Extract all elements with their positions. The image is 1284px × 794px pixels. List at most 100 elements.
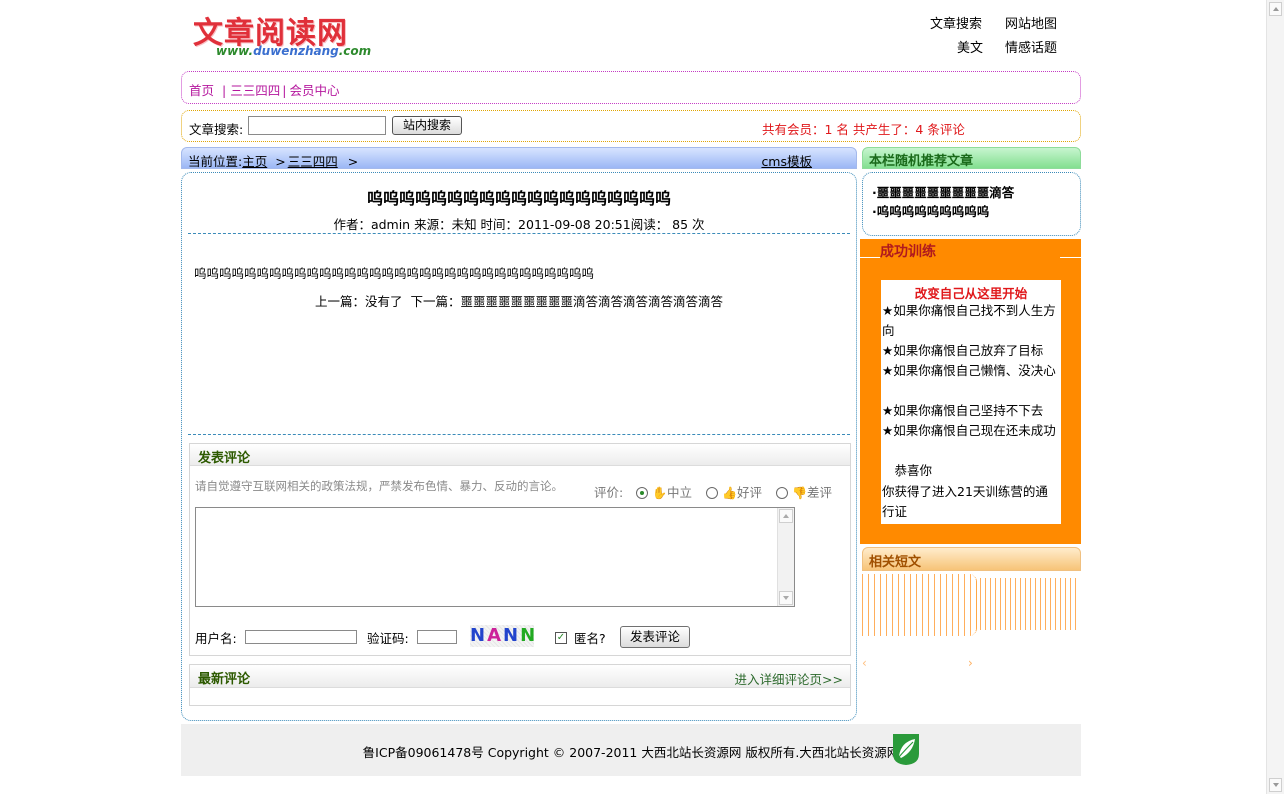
search-bar: 文章搜索: 站内搜索 共有会员：1 名 共产生了：4 条评论 xyxy=(181,110,1081,142)
training-heading: 改变自己从这里开始 xyxy=(914,286,1028,301)
rating-neutral-label: 中立 xyxy=(666,485,692,500)
rating-neutral[interactable]: ✋中立 xyxy=(636,482,692,501)
random-articles-title: 本栏随机推荐文章 xyxy=(869,154,974,169)
nav-sansansisi[interactable]: 三三四四 xyxy=(230,83,280,98)
breadcrumb-arrow: > xyxy=(347,154,359,169)
random-articles-header: 本栏随机推荐文章 xyxy=(862,147,1081,169)
captcha-char: A xyxy=(487,625,504,646)
top-link-article-search[interactable]: 文章搜索 xyxy=(930,13,982,32)
comment-form: 发表评论 请自觉遵守互联网相关的政策法规，严禁发布色情、暴力、反动的言论。 评价… xyxy=(189,443,851,656)
logo-url-prefix: www. xyxy=(216,44,254,58)
rating-label: 评价: xyxy=(594,485,624,500)
rating-good-label: 好评 xyxy=(736,485,762,500)
latest-comments: 最新评论 进入详细评论页>> xyxy=(189,664,851,706)
page-scrollbar[interactable] xyxy=(1266,0,1284,794)
captcha-char: N xyxy=(520,625,538,646)
thumbs-up-icon: 👍 xyxy=(721,486,737,500)
leaf-logo-icon xyxy=(893,734,919,765)
radio-icon[interactable] xyxy=(706,487,718,499)
article-prev-next: 上一篇：没有了 下一篇：噩噩噩噩噩噩噩噩噩滴答滴答滴答滴答滴答滴答 xyxy=(182,291,856,310)
chevron-right-icon: › xyxy=(968,656,973,670)
nav-home[interactable]: 首页 xyxy=(189,83,214,98)
captcha-label: 验证码: xyxy=(367,631,409,646)
list-item[interactable]: ·噩噩噩噩噩噩噩噩噩滴答 xyxy=(872,182,1014,201)
site-logo-url: www.duwenzhang.com xyxy=(216,44,371,58)
captcha-image[interactable]: NANN xyxy=(470,625,538,647)
related-articles-header: 相关短文 xyxy=(862,547,1081,571)
related-decor-left xyxy=(862,574,977,636)
training-title: 成功训练 xyxy=(880,244,936,260)
divider xyxy=(188,434,850,435)
captcha-char: N xyxy=(503,625,521,646)
divider xyxy=(1060,257,1081,258)
breadcrumb-home[interactable]: 主页 xyxy=(242,154,267,169)
chevron-left-icon: ‹ xyxy=(862,656,867,670)
nav-separator: | xyxy=(282,83,287,98)
scroll-down-icon[interactable] xyxy=(1269,778,1282,792)
training-line: ★如果你痛恨自己放弃了目标 xyxy=(882,343,1044,358)
latest-comments-header: 最新评论 进入详细评论页>> xyxy=(190,665,850,688)
submit-comment-button[interactable]: 发表评论 xyxy=(620,626,690,648)
search-input[interactable] xyxy=(248,116,386,135)
username-input[interactable] xyxy=(245,630,357,644)
site-stats: 共有会员：1 名 共产生了：4 条评论 xyxy=(762,122,965,137)
radio-selected-icon[interactable] xyxy=(636,487,648,499)
training-line: 你获得了进入21天训练营的通行证 xyxy=(882,484,1048,519)
scroll-up-icon[interactable] xyxy=(779,509,793,523)
breadcrumb-category[interactable]: 三三四四 xyxy=(288,154,338,169)
cms-template-link[interactable]: cms模板 xyxy=(761,151,812,170)
rating-bad-label: 差评 xyxy=(806,485,832,500)
textarea-scrollbar[interactable] xyxy=(777,508,794,606)
site-search-button[interactable]: 站内搜索 xyxy=(392,116,462,135)
hand-neutral-icon: ✋ xyxy=(651,486,667,500)
username-label: 用户名: xyxy=(195,631,237,646)
main-nav: 首页 | 三三四四 | 会员中心 xyxy=(181,71,1081,104)
training-line: ★如果你痛恨自己懒惰、没决心 xyxy=(882,363,1056,378)
random-articles-list: ·噩噩噩噩噩噩噩噩噩滴答 ·呜呜呜呜呜呜呜呜呜 xyxy=(862,172,1081,236)
comment-textarea[interactable] xyxy=(195,507,795,607)
divider xyxy=(188,233,850,234)
training-line: 恭喜你 xyxy=(882,463,933,478)
comment-notice: 请自觉遵守互联网相关的政策法规，严禁发布色情、暴力、反动的言论。 xyxy=(195,479,563,493)
training-ad[interactable]: 成功训练 改变自己从这里开始 ★如果你痛恨自己找不到人生方向 ★如果你痛恨自己放… xyxy=(860,239,1081,544)
article-meta: 作者：admin 来源：未知 时间：2011-09-08 20:51阅读： 85… xyxy=(333,217,705,232)
rating-bad[interactable]: 👎差评 xyxy=(776,482,832,501)
search-label: 文章搜索: xyxy=(189,122,244,137)
anonymous-checkbox[interactable]: ✓ xyxy=(555,632,567,644)
related-decor-right xyxy=(980,578,1080,630)
breadcrumb-arrow: > xyxy=(275,154,286,169)
latest-comments-title: 最新评论 xyxy=(198,672,251,687)
scroll-up-icon[interactable] xyxy=(1269,2,1282,16)
article-title: 呜呜呜呜呜呜呜呜呜呜呜呜呜呜呜呜呜呜呜 xyxy=(366,189,671,208)
next-article-link[interactable]: 下一篇：噩噩噩噩噩噩噩噩噩滴答滴答滴答滴答滴答滴答 xyxy=(410,294,723,309)
breadcrumb-prefix: 当前位置: xyxy=(188,154,243,169)
logo-url-domain: duwenzhang xyxy=(253,44,339,58)
anonymous-label: 匿名? xyxy=(574,631,606,646)
thumbs-down-icon: 👎 xyxy=(791,486,807,500)
training-content: 改变自己从这里开始 ★如果你痛恨自己找不到人生方向 ★如果你痛恨自己放弃了目标 … xyxy=(881,280,1061,524)
logo-url-suffix: .com xyxy=(338,44,372,58)
prev-article-link[interactable]: 上一篇：没有了 xyxy=(315,294,403,309)
footer-text: 鲁ICP备09061478号 Copyright © 2007-2011 大西北… xyxy=(362,745,900,760)
comments-detail-link[interactable]: 进入详细评论页>> xyxy=(735,669,843,688)
comment-form-title: 发表评论 xyxy=(198,451,251,466)
breadcrumb: 当前位置:主页 > 三三四四 > cms模板 xyxy=(181,147,857,169)
nav-separator: | xyxy=(222,83,227,98)
top-link-emotion-topics[interactable]: 情感话题 xyxy=(1005,37,1057,56)
article-panel: 呜呜呜呜呜呜呜呜呜呜呜呜呜呜呜呜呜呜呜 作者：admin 来源：未知 时间：20… xyxy=(181,172,857,721)
rating-good[interactable]: 👍好评 xyxy=(706,482,762,501)
list-item[interactable]: ·呜呜呜呜呜呜呜呜呜 xyxy=(872,201,989,220)
comment-form-header: 发表评论 xyxy=(190,444,850,466)
captcha-input[interactable] xyxy=(417,630,457,644)
top-link-site-map[interactable]: 网站地图 xyxy=(1005,13,1057,32)
scroll-down-icon[interactable] xyxy=(779,591,793,605)
radio-icon[interactable] xyxy=(776,487,788,499)
training-line: ★如果你痛恨自己找不到人生方向 xyxy=(882,303,1056,338)
article-body: 呜呜呜呜呜呜呜呜呜呜呜呜呜呜呜呜呜呜呜呜呜呜呜呜呜呜呜呜呜呜呜呜 xyxy=(194,266,595,281)
nav-member-center[interactable]: 会员中心 xyxy=(289,83,339,98)
top-link-essays[interactable]: 美文 xyxy=(957,37,983,56)
related-articles-title: 相关短文 xyxy=(869,555,922,570)
training-line: ★如果你痛恨自己坚持不下去 xyxy=(882,403,1044,418)
captcha-char: N xyxy=(470,625,488,646)
divider xyxy=(860,257,880,258)
